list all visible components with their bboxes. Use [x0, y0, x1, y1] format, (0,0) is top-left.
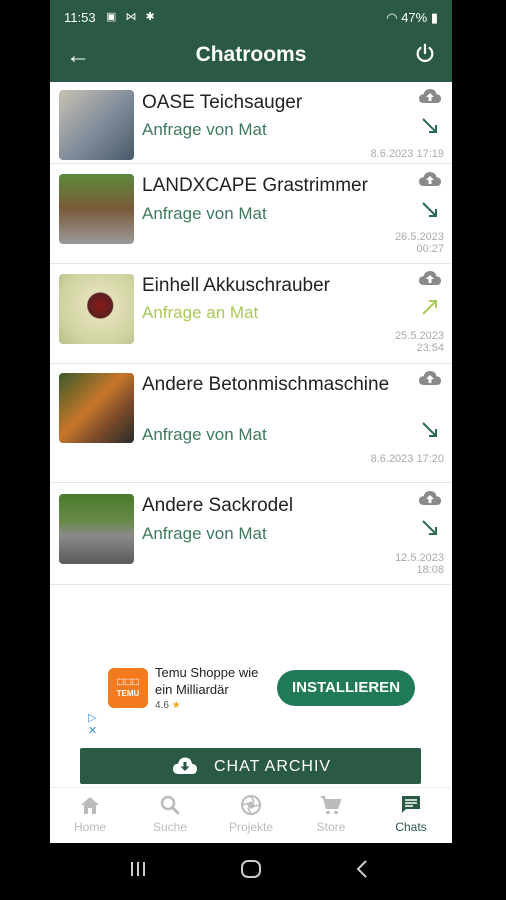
temu-logo-text: TEMU	[116, 689, 140, 698]
nav-store-label: Store	[316, 820, 346, 834]
chat-subtitle: Anfrage von Mat	[142, 204, 267, 223]
aperture-icon	[241, 795, 261, 815]
chat-title: OASE Teichsauger	[142, 92, 303, 113]
incoming-arrow-icon	[422, 202, 437, 217]
notification-icons: ▣ ⋈ ✱	[106, 11, 158, 23]
shopping-cart-icon	[321, 796, 342, 815]
chat-bubble-icon	[402, 796, 420, 813]
nav-projects[interactable]: Projekte	[211, 794, 291, 834]
incoming-arrow-icon	[422, 422, 437, 437]
incoming-arrow-icon	[422, 520, 437, 535]
home-icon	[81, 797, 99, 814]
install-button[interactable]: INSTALLIEREN	[277, 670, 415, 706]
cloud-download-icon	[173, 757, 197, 774]
chat-thumbnail	[59, 373, 134, 443]
ad-title: Temu Shoppe wie ein Milliardär	[155, 665, 259, 697]
cloud-upload-icon[interactable]	[418, 87, 442, 105]
chat-archive-label: CHAT ARCHIV	[214, 758, 332, 775]
nav-home[interactable]: Home	[50, 794, 130, 834]
app-bar: ← Chatrooms	[50, 36, 452, 82]
chat-title: Andere Sackrodel	[142, 495, 294, 516]
nav-chats-label: Chats	[395, 820, 427, 834]
chat-date: 8.6.2023 17:19	[370, 148, 444, 160]
chat-subtitle: Anfrage an Mat	[142, 303, 259, 322]
chat-row[interactable]: LANDXCAPE Grastrimmer Anfrage von Mat 26…	[50, 164, 452, 264]
back-button-icon[interactable]	[352, 859, 372, 879]
chat-title: LANDXCAPE Grastrimmer	[142, 175, 368, 196]
chat-subtitle: Anfrage von Mat	[142, 425, 267, 444]
cloud-upload-icon[interactable]	[418, 170, 442, 188]
star-icon: ★	[171, 700, 181, 711]
cloud-upload-icon[interactable]	[418, 369, 442, 387]
nav-projects-label: Projekte	[228, 820, 274, 834]
cloud-upload-icon[interactable]	[418, 489, 442, 507]
chat-date: 8.6.2023 17:20	[370, 453, 444, 465]
nav-chats[interactable]: Chats	[371, 794, 451, 834]
chat-date-time: 23:54	[416, 342, 444, 354]
phone-screen: 11:53 ▣ ⋈ ✱ ◠ 47% ▮ ← Chatrooms OASE Tei…	[50, 0, 452, 900]
chat-title: Andere Betonmischmaschine	[142, 374, 390, 395]
temu-logo-mark: ⬚⬚⬚	[116, 677, 140, 686]
status-bar: 11:53 ▣ ⋈ ✱ ◠ 47% ▮	[50, 0, 452, 36]
chat-thumbnail	[59, 90, 134, 160]
ad-rating: 4.6 ★	[155, 700, 181, 711]
chat-row[interactable]: Andere Betonmischmaschine Anfrage von Ma…	[50, 364, 452, 483]
chat-date: 12.5.2023 18:08	[395, 552, 444, 576]
chat-title: Einhell Akkuschrauber	[142, 275, 330, 296]
search-icon	[160, 795, 180, 815]
nav-home-label: Home	[73, 820, 106, 834]
ad-rating-value: 4.6	[155, 700, 169, 711]
incoming-arrow-icon	[422, 118, 437, 133]
chat-date: 26.5.2023 00:27	[395, 231, 444, 255]
page-title: Chatrooms	[195, 43, 307, 66]
temu-logo: ⬚⬚⬚ TEMU	[108, 668, 148, 708]
chat-subtitle: Anfrage von Mat	[142, 120, 267, 139]
chat-row[interactable]: Einhell Akkuschrauber Anfrage an Mat 25.…	[50, 264, 452, 364]
status-right: ◠ 47% ▮	[386, 10, 438, 26]
nav-store[interactable]: Store	[291, 794, 371, 834]
power-icon[interactable]	[414, 42, 436, 64]
ad-close-icon[interactable]: ✕	[88, 725, 97, 738]
status-time: 11:53	[64, 10, 96, 25]
bottom-navigation: Home Suche Projekte Store Chats	[50, 787, 452, 844]
chat-date-time: 00:27	[416, 243, 444, 255]
chat-date-day: 26.5.2023	[395, 231, 444, 243]
wifi-icon: ◠	[386, 10, 398, 25]
chat-date-day: 12.5.2023	[395, 552, 444, 564]
outgoing-arrow-icon	[422, 300, 437, 315]
chat-date: 25.5.2023 23:54	[395, 330, 444, 354]
chat-subtitle: Anfrage von Mat	[142, 524, 267, 543]
chat-date-time: 18:08	[416, 564, 444, 576]
chat-row[interactable]: OASE Teichsauger Anfrage von Mat 8.6.202…	[50, 82, 452, 164]
nav-search[interactable]: Suche	[130, 794, 210, 834]
home-button-icon[interactable]	[240, 859, 262, 879]
adchoices-icon[interactable]: ▷	[88, 712, 97, 725]
chat-thumbnail	[59, 494, 134, 564]
battery-percent: 47%	[401, 10, 428, 25]
nav-search-label: Suche	[152, 820, 188, 834]
chat-thumbnail	[59, 174, 134, 244]
recent-apps-icon[interactable]	[128, 859, 148, 879]
chat-row[interactable]: Andere Sackrodel Anfrage von Mat 12.5.20…	[50, 483, 452, 585]
cloud-upload-icon[interactable]	[418, 269, 442, 287]
chat-archive-button[interactable]: CHAT ARCHIV	[80, 748, 421, 784]
chat-date-day: 25.5.2023	[395, 330, 444, 342]
battery-icon: ▮	[430, 10, 438, 25]
system-navigation-bar	[50, 843, 452, 900]
chat-thumbnail	[59, 274, 134, 344]
ad-banner[interactable]: ⬚⬚⬚ TEMU Temu Shoppe wie ein Milliardär …	[50, 660, 452, 740]
ad-choices[interactable]: ▷ ✕	[88, 712, 97, 738]
